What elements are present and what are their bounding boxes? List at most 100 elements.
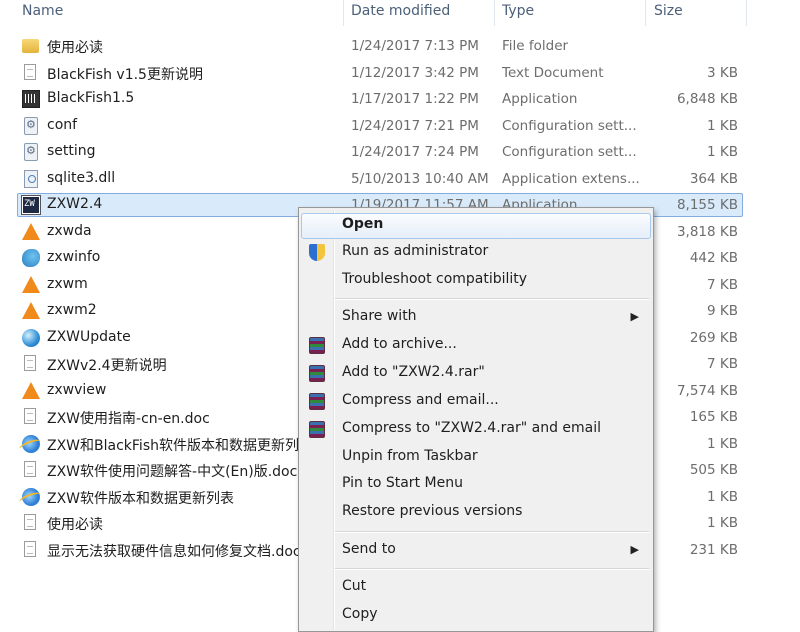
column-divider[interactable] bbox=[494, 0, 495, 26]
file-size: 7,574 KB bbox=[676, 382, 738, 399]
file-size: 1 KB bbox=[707, 515, 738, 531]
file-size: 6,848 KB bbox=[676, 91, 738, 107]
zxw-app-icon bbox=[21, 195, 41, 215]
menu-item-unpin-taskbar[interactable]: Unpin from Taskbar bbox=[301, 445, 651, 471]
file-name: zxwm bbox=[47, 275, 88, 292]
menu-item-open[interactable]: Open bbox=[301, 213, 651, 239]
menu-item-label: Open bbox=[342, 216, 384, 232]
submenu-arrow-icon: ▶ bbox=[630, 310, 639, 323]
menu-item-compress-email[interactable]: Compress and email... bbox=[301, 389, 651, 415]
file-name: zxwm2 bbox=[47, 302, 97, 318]
file-size: 8,155 KB bbox=[676, 197, 738, 213]
file-size: 9 KB bbox=[707, 303, 738, 319]
file-name: ZXW使用指南-cn-en.doc bbox=[47, 411, 210, 427]
update-app-icon bbox=[22, 328, 40, 347]
column-header-name[interactable]: Name bbox=[22, 3, 63, 19]
file-row[interactable]: conf 1/24/2017 7:21 PM Configuration set… bbox=[0, 113, 800, 140]
config-file-icon bbox=[24, 116, 38, 135]
file-date: 1/24/2017 7:24 PM bbox=[351, 144, 479, 160]
menu-item-pin-start[interactable]: Pin to Start Menu bbox=[301, 472, 651, 498]
file-name: ZXWUpdate bbox=[47, 328, 131, 345]
file-name: zxwda bbox=[47, 222, 92, 239]
word-document-icon bbox=[24, 461, 36, 477]
column-divider[interactable] bbox=[343, 0, 344, 26]
menu-item-restore-versions[interactable]: Restore previous versions bbox=[301, 500, 651, 526]
text-document-icon bbox=[24, 514, 36, 530]
menu-separator bbox=[335, 568, 649, 570]
file-size: 3 KB bbox=[707, 64, 738, 81]
menu-item-label: Compress and email... bbox=[342, 392, 499, 408]
menu-item-cut[interactable]: Cut bbox=[301, 575, 651, 601]
file-date: 1/12/2017 3:42 PM bbox=[351, 64, 479, 81]
file-name: 使用必读 bbox=[47, 517, 103, 533]
menu-item-troubleshoot[interactable]: Troubleshoot compatibility bbox=[301, 268, 651, 294]
vlc-file-icon bbox=[22, 381, 40, 399]
menu-item-copy[interactable]: Copy bbox=[301, 603, 651, 629]
file-size: 505 KB bbox=[689, 462, 738, 478]
file-size: 1 KB bbox=[707, 144, 738, 160]
internet-shortcut-icon bbox=[22, 487, 40, 506]
file-name: ZXWv2.4更新说明 bbox=[47, 358, 167, 374]
file-name: conf bbox=[47, 116, 78, 133]
file-name: setting bbox=[47, 143, 96, 159]
word-document-icon bbox=[24, 408, 36, 424]
file-row[interactable]: sqlite3.dll 5/10/2013 10:40 AM Applicati… bbox=[0, 166, 800, 193]
folder-icon bbox=[22, 39, 39, 53]
menu-item-send-to[interactable]: Send to ▶ bbox=[301, 538, 651, 564]
menu-item-share-with[interactable]: Share with ▶ bbox=[301, 305, 651, 331]
menu-item-label: Add to archive... bbox=[342, 336, 457, 352]
file-name: 显示无法获取硬件信息如何修复文档.doc bbox=[47, 543, 301, 560]
file-date: 5/10/2013 10:40 AM bbox=[351, 170, 489, 187]
context-menu: Open Run as administrator Troubleshoot c… bbox=[298, 207, 654, 632]
vlc-file-icon bbox=[22, 275, 40, 293]
menu-item-label: Cut bbox=[342, 578, 367, 594]
column-header-date[interactable]: Date modified bbox=[351, 3, 450, 19]
column-divider[interactable] bbox=[746, 0, 747, 26]
bird-app-icon bbox=[22, 249, 40, 267]
menu-item-label: Restore previous versions bbox=[342, 503, 523, 519]
file-size: 1 KB bbox=[707, 488, 738, 505]
file-size: 7 KB bbox=[707, 356, 738, 372]
winrar-icon bbox=[309, 337, 325, 354]
menu-item-label: Share with bbox=[342, 308, 417, 324]
file-name: BlackFish v1.5更新说明 bbox=[47, 66, 203, 83]
file-type: Application bbox=[502, 91, 578, 107]
word-document-icon bbox=[24, 540, 36, 557]
submenu-arrow-icon: ▶ bbox=[630, 543, 639, 556]
column-header-bar: Name Date modified Type Size bbox=[0, 0, 800, 26]
internet-shortcut-icon bbox=[22, 434, 40, 453]
column-divider[interactable] bbox=[645, 0, 646, 26]
menu-item-label: Copy bbox=[342, 606, 378, 622]
menu-item-label: Unpin from Taskbar bbox=[342, 448, 478, 464]
menu-item-label: Add to "ZXW2.4.rar" bbox=[342, 364, 485, 380]
file-size: 442 KB bbox=[689, 250, 738, 266]
file-row[interactable]: BlackFish1.5 1/17/2017 1:22 PM Applicati… bbox=[0, 86, 800, 113]
menu-separator bbox=[335, 531, 649, 533]
file-date: 1/24/2017 7:13 PM bbox=[351, 38, 479, 54]
menu-item-run-as-admin[interactable]: Run as administrator bbox=[301, 240, 651, 266]
file-row[interactable]: 使用必读 1/24/2017 7:13 PM File folder bbox=[0, 33, 800, 60]
file-size: 3,818 KB bbox=[676, 223, 738, 240]
file-name: sqlite3.dll bbox=[47, 169, 116, 186]
file-row[interactable]: BlackFish v1.5更新说明 1/12/2017 3:42 PM Tex… bbox=[0, 60, 800, 87]
file-name: ZXW2.4 bbox=[47, 196, 103, 212]
file-size: 7 KB bbox=[707, 276, 738, 293]
file-type: Configuration sett... bbox=[502, 144, 637, 160]
vlc-file-icon bbox=[22, 302, 40, 319]
file-name: zxwinfo bbox=[47, 249, 101, 265]
dll-file-icon bbox=[24, 169, 38, 188]
column-header-size[interactable]: Size bbox=[654, 3, 683, 19]
file-type: Text Document bbox=[502, 64, 604, 81]
file-size: 364 KB bbox=[689, 170, 738, 187]
winrar-icon bbox=[309, 365, 325, 382]
file-type: Configuration sett... bbox=[502, 117, 637, 134]
menu-item-compress-rar-email[interactable]: Compress to "ZXW2.4.rar" and email bbox=[301, 417, 651, 443]
menu-item-add-to-archive[interactable]: Add to archive... bbox=[301, 333, 651, 359]
column-header-type[interactable]: Type bbox=[502, 3, 534, 19]
file-name: 使用必读 bbox=[47, 40, 103, 56]
file-name: ZXW和BlackFish软件版本和数据更新列表 bbox=[47, 437, 302, 454]
menu-item-add-to-rar[interactable]: Add to "ZXW2.4.rar" bbox=[301, 361, 651, 387]
file-type: File folder bbox=[502, 38, 569, 54]
file-row[interactable]: setting 1/24/2017 7:24 PM Configuration … bbox=[0, 139, 800, 166]
vlc-file-icon bbox=[22, 222, 40, 240]
